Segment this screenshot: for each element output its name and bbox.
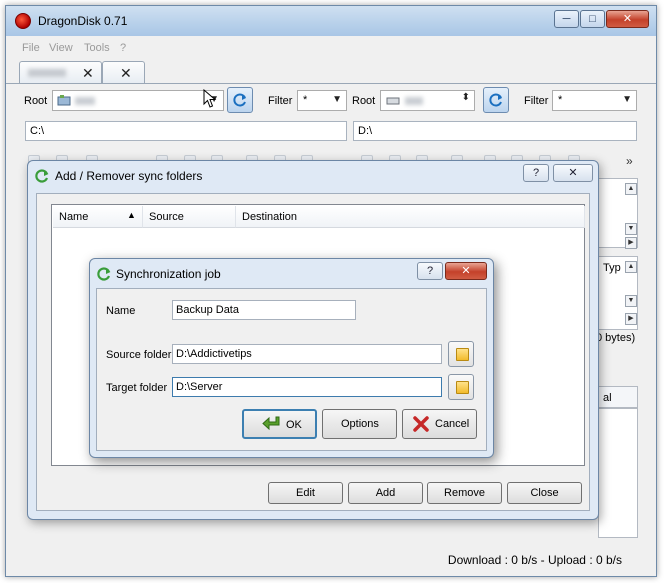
tab-strip-divider [6,83,656,84]
status-bar-text: Download : 0 b/s - Upload : 0 b/s [447,553,622,567]
spin-arrows-icon: ⬍ [461,92,470,103]
column-name-label: Name [59,211,89,223]
size-summary: 0 bytes) [596,332,636,344]
tab-1[interactable]: ✕ [19,61,102,83]
right-tree-panel: ▲ ▼ ▶ [598,178,638,249]
target-folder-label: Target folder [106,382,168,394]
cancel-x-icon [413,416,429,432]
synchronization-job-dialog: Synchronization job ? ✕ Name Backup Data… [89,258,494,458]
right-file-list-panel: Typ ▲ ▼ ▶ [598,256,638,330]
refresh-icon [489,93,502,107]
transfer-list [598,408,638,538]
job-dialog-help-button[interactable]: ? [417,262,443,280]
add-button[interactable]: Add [348,482,423,504]
menu-tools[interactable]: Tools [84,42,110,54]
menu-file[interactable]: File [22,42,40,54]
left-filter-label: Filter [268,95,293,107]
maximize-button[interactable]: □ [580,10,605,28]
window-title: DragonDisk 0.71 [38,14,128,28]
tab-2[interactable]: ✕ [102,61,145,83]
source-folder-field[interactable]: D:\Addictivetips [172,344,442,364]
column-destination-label: Destination [242,211,298,223]
right-filter-label: Filter [524,95,549,107]
tab-1-label [28,69,66,77]
job-dialog-body: Name Backup Data Source folder D:\Addict… [96,288,487,451]
close-dialog-button[interactable]: Close [507,482,582,504]
sort-ascending-icon: ▲ [127,210,136,220]
sync-dialog-close-button[interactable]: ✕ [553,164,593,182]
right-filter-combo[interactable]: * ▼ [552,90,637,111]
right-refresh-button[interactable] [483,87,509,113]
scroll-up-icon[interactable]: ▲ [625,261,637,273]
right-path-field[interactable]: D:\ [353,121,637,141]
minimize-button[interactable]: ─ [554,10,579,28]
scroll-down-icon[interactable]: ▼ [625,295,637,307]
options-button[interactable]: Options [322,409,397,439]
close-button[interactable]: ✕ [606,10,649,28]
col-partial-header: al [603,392,612,404]
edit-button[interactable]: Edit [268,482,343,504]
menu-view[interactable]: View [49,42,73,54]
cancel-label: Cancel [435,418,470,430]
tab-1-close-icon[interactable]: ✕ [82,65,94,82]
name-label: Name [106,305,136,317]
left-refresh-button[interactable] [227,87,253,113]
left-root-value [75,97,95,105]
folder-icon [456,381,469,394]
sync-icon [35,169,49,183]
app-logo-icon [15,13,31,29]
ok-arrow-icon [262,416,280,431]
sync-dialog-title: Add / Remover sync folders [55,169,203,183]
remove-button[interactable]: Remove [427,482,502,504]
column-source-label: Source [149,211,184,223]
cancel-button[interactable]: Cancel [402,409,477,439]
col-type-header[interactable]: Typ [603,262,621,274]
sync-dialog-help-button[interactable]: ? [523,164,549,182]
sync-icon [97,267,111,281]
column-destination[interactable]: Destination [236,206,585,228]
left-root-label: Root [24,95,48,107]
mouse-cursor-icon [203,89,217,108]
source-folder-label: Source folder [106,349,172,361]
browse-source-button[interactable] [448,341,474,367]
ok-button[interactable]: OK [242,409,317,439]
chevron-down-icon: ▼ [332,94,342,105]
browse-target-button[interactable] [448,374,474,400]
scroll-down-icon[interactable]: ▼ [625,223,637,235]
right-root-value [405,97,423,105]
left-filter-value: * [303,94,308,106]
name-field[interactable]: Backup Data [172,300,356,320]
scroll-right-icon[interactable]: ▶ [625,237,637,249]
drive-icon [57,95,71,106]
left-root-combo[interactable]: ▼ [52,90,224,111]
toolbar-overflow-icon[interactable]: » [626,154,633,168]
options-label: Options [341,418,379,430]
column-source[interactable]: Source [143,206,236,228]
folder-icon [456,348,469,361]
drive-icon [386,97,400,105]
job-dialog-close-button[interactable]: ✕ [445,262,487,280]
left-filter-combo[interactable]: * ▼ [297,90,347,111]
right-root-label: Root [352,95,376,107]
menu-bar: File View Tools ? [6,38,656,58]
target-folder-field[interactable]: D:\Server [172,377,442,397]
left-path-field[interactable]: C:\ [25,121,347,141]
menu-help[interactable]: ? [120,42,126,54]
ok-label: OK [286,419,302,431]
job-dialog-title: Synchronization job [116,267,221,281]
title-bar: DragonDisk 0.71 ─ □ ✕ [6,6,656,36]
chevron-down-icon: ▼ [622,94,632,105]
scroll-right-icon[interactable]: ▶ [625,313,637,325]
scroll-up-icon[interactable]: ▲ [625,183,637,195]
refresh-icon [233,93,246,107]
tab-2-close-icon[interactable]: ✕ [120,65,132,82]
transfer-list-header: al [598,386,638,408]
right-root-combo[interactable]: ⬍ [380,90,475,111]
column-name[interactable]: Name ▲ [53,206,143,228]
right-filter-value: * [558,94,563,106]
